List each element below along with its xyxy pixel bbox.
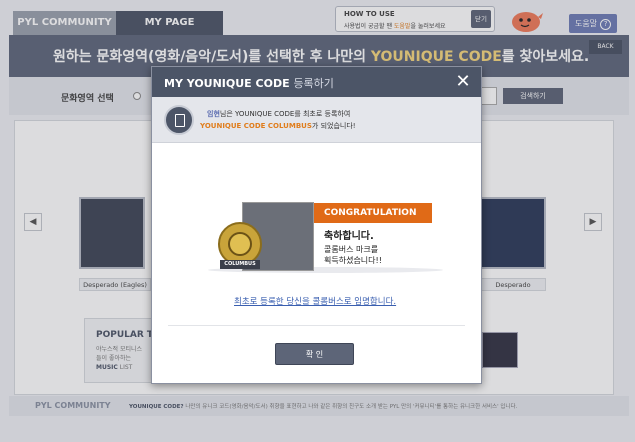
notice-line-2: YOUNIQUE CODE COLUMBUS가 되었습니다!: [200, 122, 356, 130]
close-icon[interactable]: ✕: [450, 70, 476, 94]
congratulation-body: 콜롬버스 마크를 획득하셨습니다!!: [324, 245, 382, 265]
confirm-button[interactable]: 확 인: [275, 343, 354, 365]
book-icon: [164, 105, 194, 135]
columbus-ribbon: COLUMBUS: [220, 260, 260, 269]
notice-line-1: 임현님은 YOUNIQUE CODE를 최초로 등록하여: [207, 110, 351, 118]
congratulation-message: 축하합니다. 콜롬버스 마크를 획득하셨습니다!!: [324, 227, 434, 266]
modal-title: MY YOUNIQUE CODE 등록하기: [164, 77, 334, 90]
congratulation-banner: CONGRATULATION: [314, 203, 432, 223]
congratulation-heading: 축하합니다.: [324, 231, 374, 242]
columbus-appointment-link[interactable]: 최초로 등록한 당신을 콜롬버스로 임명합니다.: [234, 295, 396, 307]
registration-notice: 임현님은 YOUNIQUE CODE를 최초로 등록하여 YOUNIQUE CO…: [152, 97, 481, 143]
younique-code-modal: MY YOUNIQUE CODE 등록하기 ✕ 임현님은 YOUNIQUE CO…: [151, 66, 482, 384]
modal-header: MY YOUNIQUE CODE 등록하기 ✕: [152, 67, 481, 97]
modal-divider: [168, 325, 465, 326]
